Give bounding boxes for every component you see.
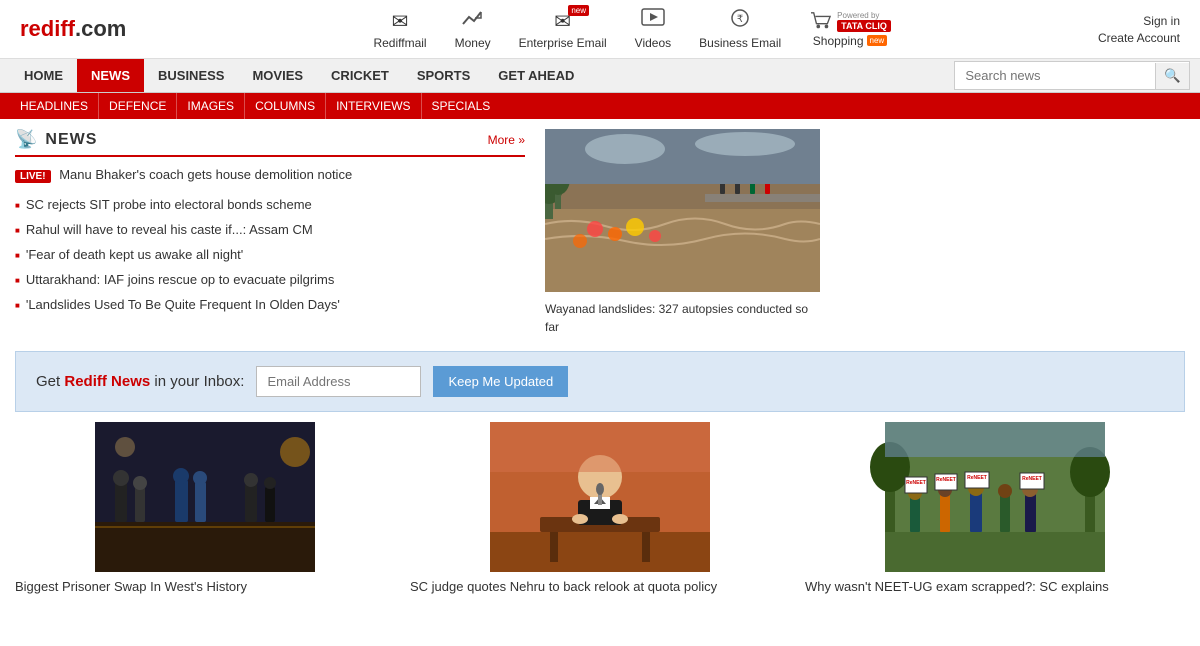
header-nav: ✉ Rediffmail Money ✉new Enterprise Email… — [166, 8, 1098, 50]
news-more-link[interactable]: More » — [488, 133, 525, 147]
sub-nav-headlines[interactable]: HEADLINES — [10, 93, 99, 119]
header-nav-shopping[interactable]: Powered by TATA CLIQ Shopping new — [809, 11, 891, 48]
bullet-icon: ■ — [15, 226, 20, 235]
news-item-link[interactable]: Rahul will have to reveal his caste if..… — [26, 222, 313, 237]
shopping-cart-icon: Powered by TATA CLIQ — [809, 11, 891, 32]
nav-get-ahead[interactable]: GET AHEAD — [484, 59, 588, 92]
nav-business[interactable]: BUSINESS — [144, 59, 238, 92]
rupee-icon: ₹ — [728, 8, 752, 34]
newsletter-section: Get Rediff News in your Inbox: Keep Me U… — [15, 351, 1185, 412]
main-nav: HOME NEWS BUSINESS MOVIES CRICKET SPORTS… — [0, 59, 1200, 93]
sub-nav-specials[interactable]: SPECIALS — [422, 93, 501, 119]
header-nav-money[interactable]: Money — [455, 8, 491, 50]
featured-image-section: Wayanad landslides: 327 autopsies conduc… — [545, 129, 825, 336]
nav-movies[interactable]: MOVIES — [238, 59, 317, 92]
search-button[interactable]: 🔍 — [1155, 63, 1189, 89]
money-chart-icon — [461, 8, 485, 34]
card-3-image[interactable]: ReNEET ReNEET ReNEET ReNEET — [805, 422, 1185, 572]
nav-sports[interactable]: SPORTS — [403, 59, 484, 92]
live-badge: LIVE! — [15, 170, 51, 183]
card-3-caption: Why wasn't NEET-UG exam scrapped?: SC ex… — [805, 578, 1185, 596]
svg-text:ReNEET: ReNEET — [1022, 476, 1042, 482]
live-headline-link[interactable]: Manu Bhaker's coach gets house demolitio… — [59, 167, 352, 182]
header-nav-enterprise-email[interactable]: ✉new Enterprise Email — [519, 9, 607, 50]
nav-news[interactable]: NEWS — [77, 59, 144, 92]
featured-image[interactable] — [545, 129, 825, 295]
bottom-cards-section: Biggest Prisoner Swap In West's History — [0, 422, 1200, 616]
news-item-link[interactable]: 'Landslides Used To Be Quite Frequent In… — [26, 297, 340, 312]
sign-in-link[interactable]: Sign in — [1143, 14, 1180, 28]
list-item: ■ SC rejects SIT probe into electoral bo… — [15, 192, 525, 217]
news-item-link[interactable]: SC rejects SIT probe into electoral bond… — [26, 197, 312, 212]
list-item: ■ Rahul will have to reveal his caste if… — [15, 217, 525, 242]
header-nav-videos[interactable]: Videos — [635, 8, 671, 50]
bottom-card-2: SC judge quotes Nehru to back relook at … — [410, 422, 790, 596]
card-2-image[interactable] — [410, 422, 790, 572]
sub-nav: HEADLINES DEFENCE IMAGES COLUMNS INTERVI… — [0, 93, 1200, 119]
news-item-link[interactable]: Uttarakhand: IAF joins rescue op to evac… — [26, 272, 335, 287]
sub-nav-columns[interactable]: COLUMNS — [245, 93, 326, 119]
news-section-header: 📡 NEWS More » — [15, 129, 525, 157]
newsletter-email-input[interactable] — [256, 366, 421, 397]
search-box: 🔍 — [954, 61, 1190, 90]
newsletter-submit-button[interactable]: Keep Me Updated — [433, 366, 568, 397]
svg-text:ReNEET: ReNEET — [967, 475, 987, 481]
envelope-icon: ✉ — [392, 9, 409, 34]
bullet-icon: ■ — [15, 251, 20, 260]
sub-nav-interviews[interactable]: INTERVIEWS — [326, 93, 421, 119]
enterprise-envelope-icon: ✉new — [554, 9, 571, 34]
header-nav-business-email[interactable]: ₹ Business Email — [699, 8, 781, 50]
bottom-card-3: ReNEET ReNEET ReNEET ReNEET — [805, 422, 1185, 596]
card-2-caption: SC judge quotes Nehru to back relook at … — [410, 578, 790, 596]
antenna-icon: 📡 — [15, 129, 37, 150]
search-input[interactable] — [955, 62, 1155, 89]
list-item: ■ 'Fear of death kept us awake all night… — [15, 242, 525, 267]
bullet-icon: ■ — [15, 276, 20, 285]
list-item: ■ Uttarakhand: IAF joins rescue op to ev… — [15, 267, 525, 292]
create-account-link[interactable]: Create Account — [1098, 31, 1180, 45]
card-1-image[interactable] — [15, 422, 395, 572]
news-item-link[interactable]: 'Fear of death kept us awake all night' — [26, 247, 243, 262]
header: rediff.com ✉ Rediffmail Money ✉new Enter… — [0, 0, 1200, 59]
bullet-icon: ■ — [15, 301, 20, 310]
sub-nav-defence[interactable]: DEFENCE — [99, 93, 177, 119]
card-1-caption: Biggest Prisoner Swap In West's History — [15, 578, 395, 596]
featured-caption: Wayanad landslides: 327 autopsies conduc… — [545, 300, 825, 336]
main-content-area: 📡 NEWS More » LIVE! Manu Bhaker's coach … — [0, 119, 1200, 346]
search-icon: 🔍 — [1164, 68, 1181, 83]
play-icon — [641, 8, 665, 34]
live-item: LIVE! Manu Bhaker's coach gets house dem… — [15, 167, 525, 182]
svg-text:ReNEET: ReNEET — [936, 477, 956, 483]
wayanad-image — [545, 129, 820, 292]
logo[interactable]: rediff.com — [20, 16, 126, 42]
list-item: ■ 'Landslides Used To Be Quite Frequent … — [15, 292, 525, 317]
bottom-card-1: Biggest Prisoner Swap In West's History — [15, 422, 395, 596]
news-list: ■ SC rejects SIT probe into electoral bo… — [15, 192, 525, 317]
svg-text:ReNEET: ReNEET — [906, 480, 926, 486]
sub-nav-images[interactable]: IMAGES — [177, 93, 245, 119]
nav-home[interactable]: HOME — [10, 59, 77, 92]
news-title: 📡 NEWS — [15, 129, 97, 150]
header-account: Sign in Create Account — [1098, 14, 1180, 45]
news-section: 📡 NEWS More » LIVE! Manu Bhaker's coach … — [15, 129, 525, 336]
svg-text:₹: ₹ — [737, 14, 743, 25]
nav-cricket[interactable]: CRICKET — [317, 59, 403, 92]
header-nav-rediffmail[interactable]: ✉ Rediffmail — [373, 9, 426, 50]
bullet-icon: ■ — [15, 201, 20, 210]
newsletter-text: Get Rediff News in your Inbox: — [36, 373, 244, 390]
